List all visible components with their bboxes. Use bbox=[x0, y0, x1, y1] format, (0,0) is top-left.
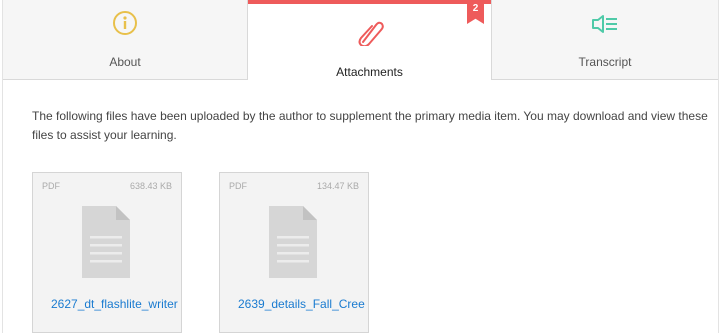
document-icon bbox=[269, 206, 317, 283]
tab-attachments-label: Attachments bbox=[336, 65, 403, 79]
speaker-lines-icon bbox=[590, 12, 620, 41]
file-size: 638.43 KB bbox=[129, 181, 172, 191]
paperclip-icon bbox=[355, 18, 385, 51]
tab-about[interactable]: About bbox=[3, 0, 248, 80]
info-icon bbox=[112, 10, 138, 41]
tab-attachments[interactable]: 2 Attachments bbox=[248, 0, 491, 83]
attachments-panel: About 2 Attachments Transcript The follo… bbox=[2, 0, 719, 333]
attachments-count-badge: 2 bbox=[467, 0, 484, 24]
file-name-link[interactable]: 2639_details_Fall_Cree bbox=[238, 297, 368, 311]
tab-about-label: About bbox=[109, 55, 141, 69]
tab-transcript[interactable]: Transcript bbox=[491, 0, 718, 80]
document-icon bbox=[82, 206, 130, 283]
file-size: 134.47 KB bbox=[316, 181, 359, 191]
file-type: PDF bbox=[42, 181, 60, 191]
file-type: PDF bbox=[229, 181, 247, 191]
tab-bar: About 2 Attachments Transcript bbox=[3, 0, 718, 83]
attachments-description: The following files have been uploaded b… bbox=[32, 109, 708, 142]
file-card[interactable]: PDF 134.47 KB 2639_details_Fall_Cree bbox=[219, 172, 369, 333]
file-card[interactable]: PDF 638.43 KB 2627_dt_flashlite_writer bbox=[32, 172, 182, 333]
file-name-link[interactable]: 2627_dt_flashlite_writer bbox=[51, 297, 181, 311]
tab-transcript-label: Transcript bbox=[578, 55, 632, 69]
